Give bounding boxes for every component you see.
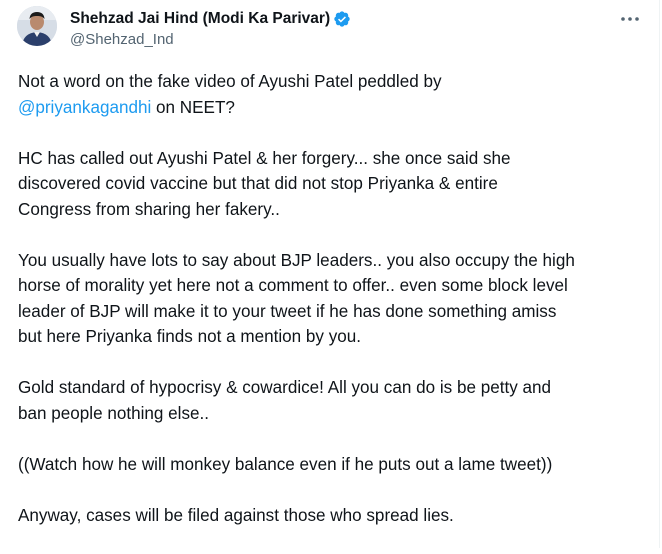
- text-line: Gold standard of hypocrisy & cowardice! …: [18, 378, 552, 397]
- name-row: Shehzad Jai Hind (Modi Ka Parivar): [70, 9, 351, 29]
- paragraph-5: ((Watch how he will monkey balance even …: [18, 452, 648, 478]
- user-handle[interactable]: @Shehzad_Ind: [70, 31, 351, 48]
- text-line: Congress from sharing her fakery..: [18, 199, 280, 219]
- text-line: ((Watch how he will monkey balance even …: [18, 454, 553, 474]
- text-line: HC has called out Ayushi Patel & her for…: [18, 148, 511, 168]
- text-line: on NEET?: [151, 97, 235, 117]
- paragraph-2: HC has called out Ayushi Patel & her for…: [18, 146, 648, 223]
- text-line: You usually have lots to say about BJP l…: [18, 250, 575, 270]
- text-line: leader of BJP will make it to your tweet…: [18, 301, 557, 321]
- avatar[interactable]: [17, 6, 57, 46]
- text-line: discovered covid vaccine but that did no…: [18, 174, 498, 193]
- author-info: Shehzad Jai Hind (Modi Ka Parivar) @Sheh…: [70, 9, 351, 48]
- avatar-image: [17, 6, 57, 46]
- display-name[interactable]: Shehzad Jai Hind (Modi Ka Parivar): [70, 10, 330, 28]
- verified-badge-icon: [333, 10, 351, 28]
- text-line: but here Priyanka finds not a mention by…: [18, 327, 362, 346]
- tweet-header: Shehzad Jai Hind (Modi Ka Parivar) @Sheh…: [17, 6, 649, 56]
- paragraph-1: Not a word on the fake video of Ayushi P…: [18, 69, 648, 120]
- tweet-text: Not a word on the fake video of Ayushi P…: [18, 69, 648, 554]
- more-options-icon[interactable]: [617, 10, 643, 28]
- paragraph-3: You usually have lots to say about BJP l…: [18, 248, 648, 350]
- tweet-card: Shehzad Jai Hind (Modi Ka Parivar) @Sheh…: [0, 0, 660, 548]
- text-line: Not a word on the fake video of Ayushi P…: [18, 72, 442, 91]
- paragraph-4: Gold standard of hypocrisy & cowardice! …: [18, 375, 648, 426]
- text-line: Anyway, cases will be filed against thos…: [18, 505, 454, 525]
- mention-link[interactable]: @priyankagandhi: [18, 98, 151, 117]
- text-line: horse of morality yet here not a comment…: [18, 276, 568, 295]
- text-line: ban people nothing else..: [18, 403, 210, 423]
- paragraph-6: Anyway, cases will be filed against thos…: [18, 503, 648, 529]
